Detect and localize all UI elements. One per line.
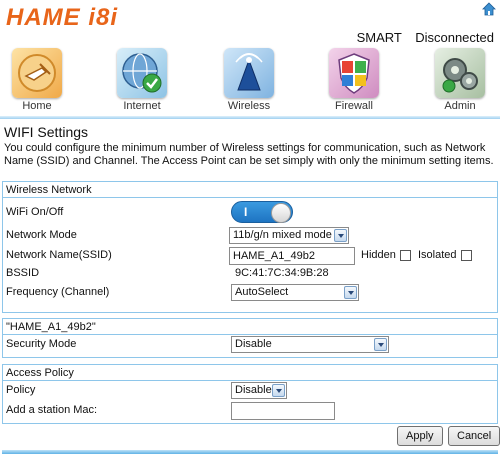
section-heading-ssid: "HAME_A1_49b2" bbox=[3, 319, 497, 335]
security-section: "HAME_A1_49b2" Security Mode Disable bbox=[2, 318, 498, 358]
cancel-button[interactable]: Cancel bbox=[448, 426, 500, 446]
connection-state: Disconnected bbox=[415, 30, 494, 45]
globe-check-icon bbox=[117, 48, 167, 98]
apply-button[interactable]: Apply bbox=[397, 426, 443, 446]
row-wifi-toggle: WiFi On/Off I bbox=[3, 198, 497, 226]
row-policy: Policy Disable bbox=[3, 381, 497, 401]
connection-status: SMART Disconnected bbox=[347, 30, 494, 45]
row-security-mode: Security Mode Disable bbox=[3, 335, 497, 355]
isolated-checkbox[interactable] bbox=[461, 250, 472, 261]
policy-label: Policy bbox=[6, 384, 36, 396]
hidden-label: Hidden bbox=[361, 249, 396, 261]
station-mac-label: Add a station Mac: bbox=[6, 404, 98, 416]
row-station-mac: Add a station Mac: bbox=[3, 401, 497, 421]
section-heading-wireless-network: Wireless Network bbox=[3, 182, 497, 198]
chevron-down-icon bbox=[334, 229, 347, 242]
page-description: You could configure the minimum number o… bbox=[4, 142, 494, 167]
wireless-network-section: Wireless Network WiFi On/Off I Network M… bbox=[2, 181, 498, 313]
footer-divider bbox=[2, 450, 498, 454]
hidden-checkbox[interactable] bbox=[400, 250, 411, 261]
security-mode-label: Security Mode bbox=[6, 338, 77, 350]
policy-select[interactable]: Disable bbox=[231, 382, 287, 399]
brand-logo: HAME i8i bbox=[6, 4, 119, 31]
nav-firewall[interactable]: Firewall bbox=[322, 48, 386, 112]
nav-home[interactable]: Home bbox=[5, 48, 69, 112]
frequency-label: Frequency (Channel) bbox=[6, 286, 110, 298]
header: HAME i8i SMART Disconnected bbox=[0, 0, 500, 48]
bssid-label: BSSID bbox=[6, 267, 40, 279]
row-network-mode: Network Mode 11b/g/n mixed mode bbox=[3, 226, 497, 246]
frequency-value: AutoSelect bbox=[235, 286, 289, 298]
security-mode-value: Disable bbox=[235, 338, 272, 350]
wireless-tower-icon bbox=[224, 48, 274, 98]
frequency-select[interactable]: AutoSelect bbox=[231, 284, 359, 301]
firewall-shield-icon bbox=[329, 48, 379, 98]
home-icon[interactable] bbox=[482, 2, 496, 16]
ssid-input[interactable]: HAME_A1_49b2 bbox=[229, 247, 355, 265]
network-mode-select[interactable]: 11b/g/n mixed mode bbox=[229, 227, 349, 244]
station-mac-input[interactable] bbox=[231, 402, 335, 420]
ssid-label: Network Name(SSID) bbox=[6, 249, 112, 261]
page-title: WIFI Settings bbox=[4, 124, 89, 140]
wifi-label: WiFi On/Off bbox=[6, 206, 64, 218]
network-mode-label: Network Mode bbox=[6, 229, 77, 241]
isolated-label: Isolated bbox=[418, 249, 457, 261]
home-hand-icon bbox=[12, 48, 62, 98]
admin-gears-icon bbox=[435, 48, 485, 98]
nav-label-internet: Internet bbox=[123, 100, 161, 112]
nav-label-home: Home bbox=[22, 100, 52, 112]
security-mode-select[interactable]: Disable bbox=[231, 336, 389, 353]
nav-label-wireless: Wireless bbox=[227, 100, 271, 112]
nav-wireless[interactable]: Wireless bbox=[217, 48, 281, 112]
network-mode-value: 11b/g/n mixed mode bbox=[233, 229, 332, 241]
nav-admin[interactable]: Admin bbox=[428, 48, 492, 112]
nav-label-admin: Admin bbox=[444, 100, 476, 112]
chevron-down-icon bbox=[374, 338, 387, 351]
chevron-down-icon bbox=[272, 384, 285, 397]
wifi-toggle-on-text: I bbox=[244, 205, 248, 219]
nav-internet[interactable]: Internet bbox=[110, 48, 174, 112]
main-nav: Home Internet Wireless Firewall Admin bbox=[0, 48, 500, 118]
policy-value: Disable bbox=[235, 384, 272, 396]
nav-label-firewall: Firewall bbox=[335, 100, 373, 112]
mode-text: SMART bbox=[356, 30, 402, 45]
row-bssid: BSSID 9C:41:7C:34:9B:28 bbox=[3, 266, 497, 283]
row-ssid: Network Name(SSID) HAME_A1_49b2 Hidden I… bbox=[3, 246, 497, 266]
wifi-toggle-knob bbox=[271, 203, 291, 223]
section-heading-access-policy: Access Policy bbox=[3, 365, 497, 381]
nav-divider bbox=[0, 116, 500, 119]
access-policy-section: Access Policy Policy Disable Add a stati… bbox=[2, 364, 498, 424]
chevron-down-icon bbox=[344, 286, 357, 299]
bssid-value: 9C:41:7C:34:9B:28 bbox=[235, 267, 329, 279]
wifi-toggle[interactable]: I bbox=[231, 201, 293, 223]
row-frequency: Frequency (Channel) AutoSelect bbox=[3, 283, 497, 303]
